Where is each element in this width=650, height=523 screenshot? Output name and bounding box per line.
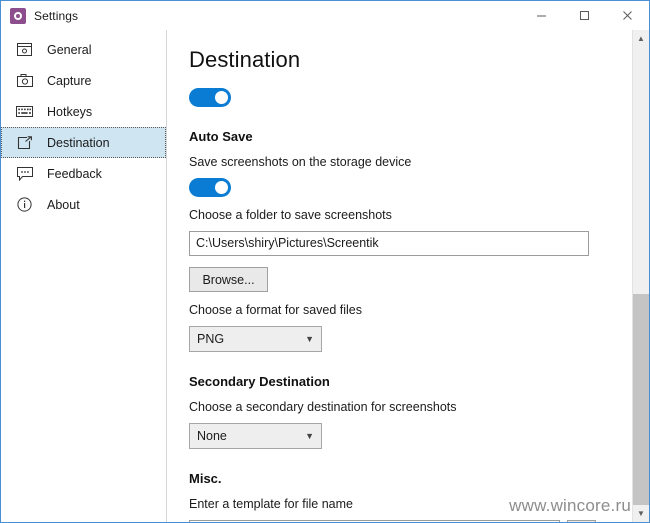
chevron-down-icon: ▼ — [305, 430, 314, 441]
auto-save-description: Save screenshots on the storage device — [189, 155, 412, 169]
sidebar-item-capture[interactable]: Capture — [1, 65, 166, 96]
sidebar-item-about[interactable]: About — [1, 189, 166, 220]
chevron-down-icon: ▼ — [305, 333, 314, 344]
folder-label: Choose a folder to save screenshots — [189, 208, 392, 222]
sidebar: General Capture Hotkeys Destination Feed… — [1, 30, 167, 522]
chevron-up-icon[interactable]: ▲ — [633, 30, 649, 47]
minimize-icon[interactable] — [520, 1, 563, 30]
secondary-destination-select[interactable]: None ▼ — [189, 423, 322, 449]
toggle-knob — [215, 91, 228, 104]
close-icon[interactable] — [606, 1, 649, 30]
export-box-icon — [16, 134, 33, 151]
maximize-icon[interactable] — [563, 1, 606, 30]
sidebar-item-label: Capture — [47, 73, 92, 88]
settings-window: Settings General Capture Hotkeys Destina… — [0, 0, 650, 523]
sidebar-item-label: Hotkeys — [47, 104, 93, 119]
title-bar: Settings — [1, 1, 649, 30]
destination-master-toggle[interactable] — [189, 88, 231, 107]
sidebar-item-hotkeys[interactable]: Hotkeys — [1, 96, 166, 127]
template-help-button[interactable]: ? — [567, 520, 596, 522]
content-area: Destination Auto Save Save screenshots o… — [167, 30, 649, 522]
window-controls — [520, 1, 649, 30]
chevron-down-icon[interactable]: ▼ — [633, 505, 649, 522]
keyboard-icon — [16, 103, 33, 120]
window-body: General Capture Hotkeys Destination Feed… — [1, 30, 649, 522]
scrollbar-thumb[interactable] — [633, 294, 649, 505]
template-label: Enter a template for file name — [189, 497, 353, 511]
sidebar-item-label: Feedback — [47, 166, 102, 181]
destination-settings-pane: Destination Auto Save Save screenshots o… — [167, 30, 632, 522]
sidebar-item-label: General — [47, 42, 92, 57]
template-row: $Y-$M-$D_$H$N$S ? — [189, 520, 632, 522]
misc-heading: Misc. — [189, 471, 222, 486]
auto-save-heading: Auto Save — [189, 129, 253, 144]
format-select[interactable]: PNG ▼ — [189, 326, 322, 352]
page-title: Destination — [189, 47, 301, 72]
browse-button[interactable]: Browse... — [189, 267, 268, 292]
filename-template-input[interactable]: $Y-$M-$D_$H$N$S — [189, 520, 560, 522]
sidebar-item-label: About — [47, 197, 80, 212]
folder-path-input[interactable]: C:\Users\shiry\Pictures\Screentik — [189, 231, 589, 256]
toggle-knob — [215, 181, 228, 194]
title-bar-left: Settings — [1, 7, 79, 24]
vertical-scrollbar[interactable]: ▲ ▼ — [632, 30, 649, 522]
window-title: Settings — [34, 8, 79, 23]
sidebar-item-feedback[interactable]: Feedback — [1, 158, 166, 189]
speech-bubble-icon — [16, 165, 33, 182]
general-window-icon — [16, 41, 33, 58]
sidebar-item-destination[interactable]: Destination — [1, 127, 166, 158]
auto-save-toggle[interactable] — [189, 178, 231, 197]
secondary-destination-heading: Secondary Destination — [189, 374, 330, 389]
sidebar-item-general[interactable]: General — [1, 34, 166, 65]
secondary-destination-value: None — [197, 429, 227, 443]
format-label: Choose a format for saved files — [189, 303, 362, 317]
settings-gear-icon — [10, 7, 26, 24]
camera-icon — [16, 72, 33, 89]
scrollbar-track[interactable] — [633, 47, 649, 505]
sidebar-item-label: Destination — [47, 135, 110, 150]
format-select-value: PNG — [197, 332, 225, 346]
secondary-destination-description: Choose a secondary destination for scree… — [189, 400, 457, 414]
info-circle-icon — [16, 196, 33, 213]
